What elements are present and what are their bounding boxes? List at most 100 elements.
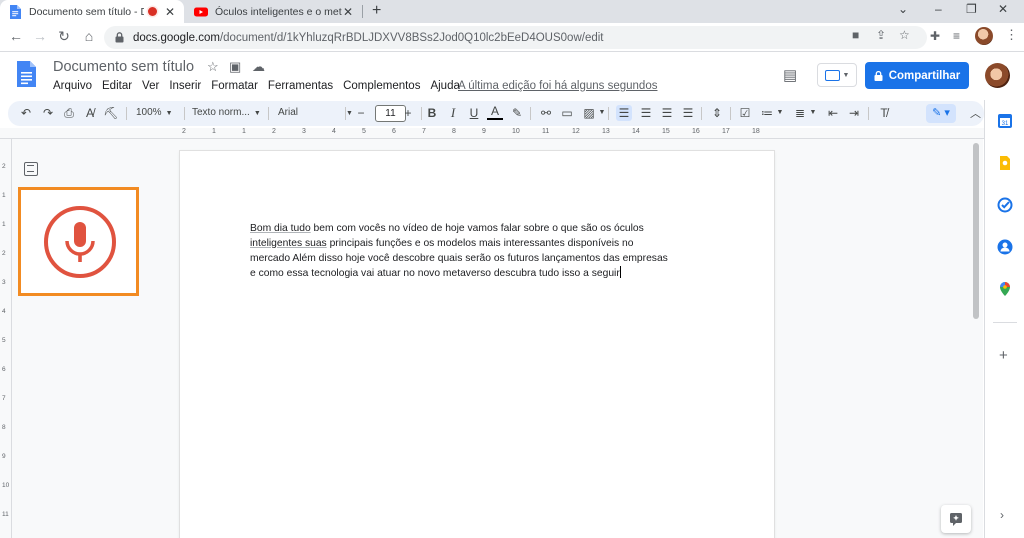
vertical-scrollbar[interactable] — [970, 139, 983, 538]
text-color-button[interactable]: A — [487, 105, 503, 120]
menu-formatar[interactable]: Formatar — [211, 80, 258, 92]
paragraph-line: Bom dia tudo bem com vocês no vídeo de h… — [250, 222, 710, 237]
share-page-icon[interactable]: ⇪ — [876, 28, 886, 42]
tab-search-icon[interactable]: ⌄ — [898, 2, 908, 16]
document-outline-icon[interactable] — [24, 162, 38, 176]
menu-complementos[interactable]: Complementos — [343, 80, 420, 92]
tab-docs[interactable]: Documento sem título - Doc ✕ — [0, 0, 184, 23]
align-right-icon[interactable]: ☰ — [659, 105, 675, 121]
redo-icon[interactable]: ↷ — [40, 105, 56, 121]
comment-history-icon[interactable]: ▤ — [783, 66, 797, 84]
cloud-status-icon[interactable]: ☁ — [252, 59, 265, 75]
camera-icon[interactable]: ■ — [852, 28, 859, 42]
document-page[interactable]: Bom dia tudo bem com vocês no vídeo de h… — [180, 151, 774, 538]
style-select[interactable]: Texto norm... ▼ — [192, 107, 261, 118]
ruler-tick-label: 11 — [542, 128, 550, 135]
toolbar-separator — [868, 107, 869, 120]
font-select[interactable]: Arial ▼ — [278, 107, 353, 118]
ruler-tick-label: 3 — [302, 128, 306, 135]
browser-menu-icon[interactable]: ⋮ — [1005, 27, 1018, 43]
increase-font-size-button[interactable]: + — [400, 105, 416, 121]
decrease-font-size-button[interactable]: − — [353, 105, 369, 121]
google-docs-logo-icon[interactable] — [17, 61, 36, 87]
voice-typing-panel[interactable] — [18, 187, 139, 296]
maps-icon[interactable] — [997, 281, 1013, 297]
tab-youtube[interactable]: Óculos inteligentes e o metavers ✕ — [186, 0, 362, 23]
close-tab-icon[interactable]: ✕ — [342, 5, 354, 19]
calendar-icon[interactable]: 31 — [997, 113, 1013, 129]
menu-arquivo[interactable]: Arquivo — [53, 80, 92, 92]
clear-formatting-icon[interactable]: T̸ — [876, 105, 892, 121]
align-left-icon[interactable]: ☰ — [616, 105, 632, 121]
spellcheck-underlined-text[interactable]: Bom dia tudo — [250, 223, 311, 234]
checklist-icon[interactable]: ☑ — [737, 105, 753, 121]
toolbar-separator — [701, 107, 702, 120]
editing-mode-button[interactable]: ✎ ▾ — [926, 104, 956, 123]
contacts-icon[interactable] — [997, 239, 1013, 255]
minimize-button[interactable]: – — [935, 2, 942, 16]
ruler-tick-label: 10 — [512, 128, 520, 135]
explore-button[interactable] — [941, 505, 971, 533]
browser-profile-avatar[interactable] — [975, 27, 993, 45]
menu-ajuda[interactable]: Ajuda — [430, 80, 459, 92]
scrollbar-thumb[interactable] — [973, 143, 979, 319]
add-comment-icon[interactable]: ▭ — [559, 105, 575, 121]
ruler-tick-label: 14 — [632, 128, 640, 135]
highlight-pen-icon[interactable]: ✎ — [509, 105, 525, 121]
tasks-icon[interactable] — [997, 197, 1013, 213]
home-icon[interactable]: ⌂ — [80, 28, 98, 44]
share-button[interactable]: Compartilhar — [865, 62, 969, 89]
undo-icon[interactable]: ↶ — [18, 105, 34, 121]
spellcheck-icon[interactable]: A̸ — [82, 105, 98, 121]
underline-button[interactable]: U — [466, 105, 482, 121]
chevron-down-icon[interactable]: ▼ — [805, 105, 821, 121]
italic-button[interactable]: I — [445, 105, 461, 121]
vertical-ruler: 2 1 1 2 3 4 5 6 7 8 9 10 11 — [0, 139, 12, 538]
toolbar-separator — [268, 107, 269, 120]
add-addon-icon[interactable]: + — [999, 347, 1008, 364]
toolbar-separator — [421, 107, 422, 120]
align-justify-icon[interactable]: ☰ — [680, 105, 696, 121]
chevron-up-icon[interactable]: ︿ — [970, 105, 981, 121]
zoom-select[interactable]: 100% ▼ — [136, 107, 173, 118]
close-window-button[interactable]: ✕ — [998, 2, 1008, 16]
address-bar[interactable]: docs.google.com/document/d/1kYhluzqRrBDL… — [104, 26, 927, 49]
last-edit-link[interactable]: A última edição foi há alguns segundos — [458, 80, 657, 92]
bookmark-star-icon[interactable]: ☆ — [899, 28, 910, 42]
extensions-icon[interactable]: ✚ — [930, 29, 940, 43]
chevron-right-icon[interactable]: › — [1000, 508, 1004, 522]
explore-icon — [950, 513, 962, 526]
back-arrow-icon[interactable]: ← — [7, 28, 25, 44]
lock-icon — [115, 32, 124, 43]
document-body[interactable]: Bom dia tudo bem com vocês no vídeo de h… — [250, 222, 710, 282]
ruler-tick-label: 9 — [2, 453, 6, 460]
menu-inserir[interactable]: Inserir — [169, 80, 201, 92]
forward-arrow-icon[interactable]: → — [31, 28, 49, 44]
print-icon[interactable]: ⎙ — [61, 105, 77, 121]
media-control-icon[interactable]: ≡ — [953, 29, 960, 43]
present-button[interactable]: ▼ — [817, 63, 857, 87]
url-host: docs.google.com — [133, 31, 220, 44]
decrease-indent-icon[interactable]: ⇤ — [825, 105, 841, 121]
paint-format-icon[interactable]: ⛏ — [103, 105, 119, 121]
menu-editar[interactable]: Editar — [102, 80, 132, 92]
line-spacing-icon[interactable]: ⇕ — [709, 105, 725, 121]
increase-indent-icon[interactable]: ⇥ — [846, 105, 862, 121]
close-tab-icon[interactable]: ✕ — [164, 5, 176, 19]
menu-ferramentas[interactable]: Ferramentas — [268, 80, 333, 92]
keep-icon[interactable] — [997, 155, 1013, 171]
move-folder-icon[interactable]: ▣ — [229, 59, 241, 75]
reload-icon[interactable]: ↻ — [55, 28, 73, 45]
align-center-icon[interactable]: ☰ — [638, 105, 654, 121]
bold-button[interactable]: B — [424, 105, 440, 121]
account-avatar[interactable] — [985, 63, 1010, 88]
spellcheck-underlined-text[interactable]: inteligentes suas — [250, 238, 327, 249]
document-title[interactable]: Documento sem título — [53, 59, 194, 75]
chevron-down-icon[interactable]: ▼ — [772, 105, 788, 121]
new-tab-button[interactable]: + — [372, 2, 381, 20]
menu-ver[interactable]: Ver — [142, 80, 159, 92]
star-icon[interactable]: ☆ — [207, 59, 219, 75]
restore-button[interactable]: ❐ — [966, 2, 977, 16]
insert-link-icon[interactable]: ⚯ — [538, 105, 554, 121]
microphone-icon[interactable] — [43, 205, 117, 279]
